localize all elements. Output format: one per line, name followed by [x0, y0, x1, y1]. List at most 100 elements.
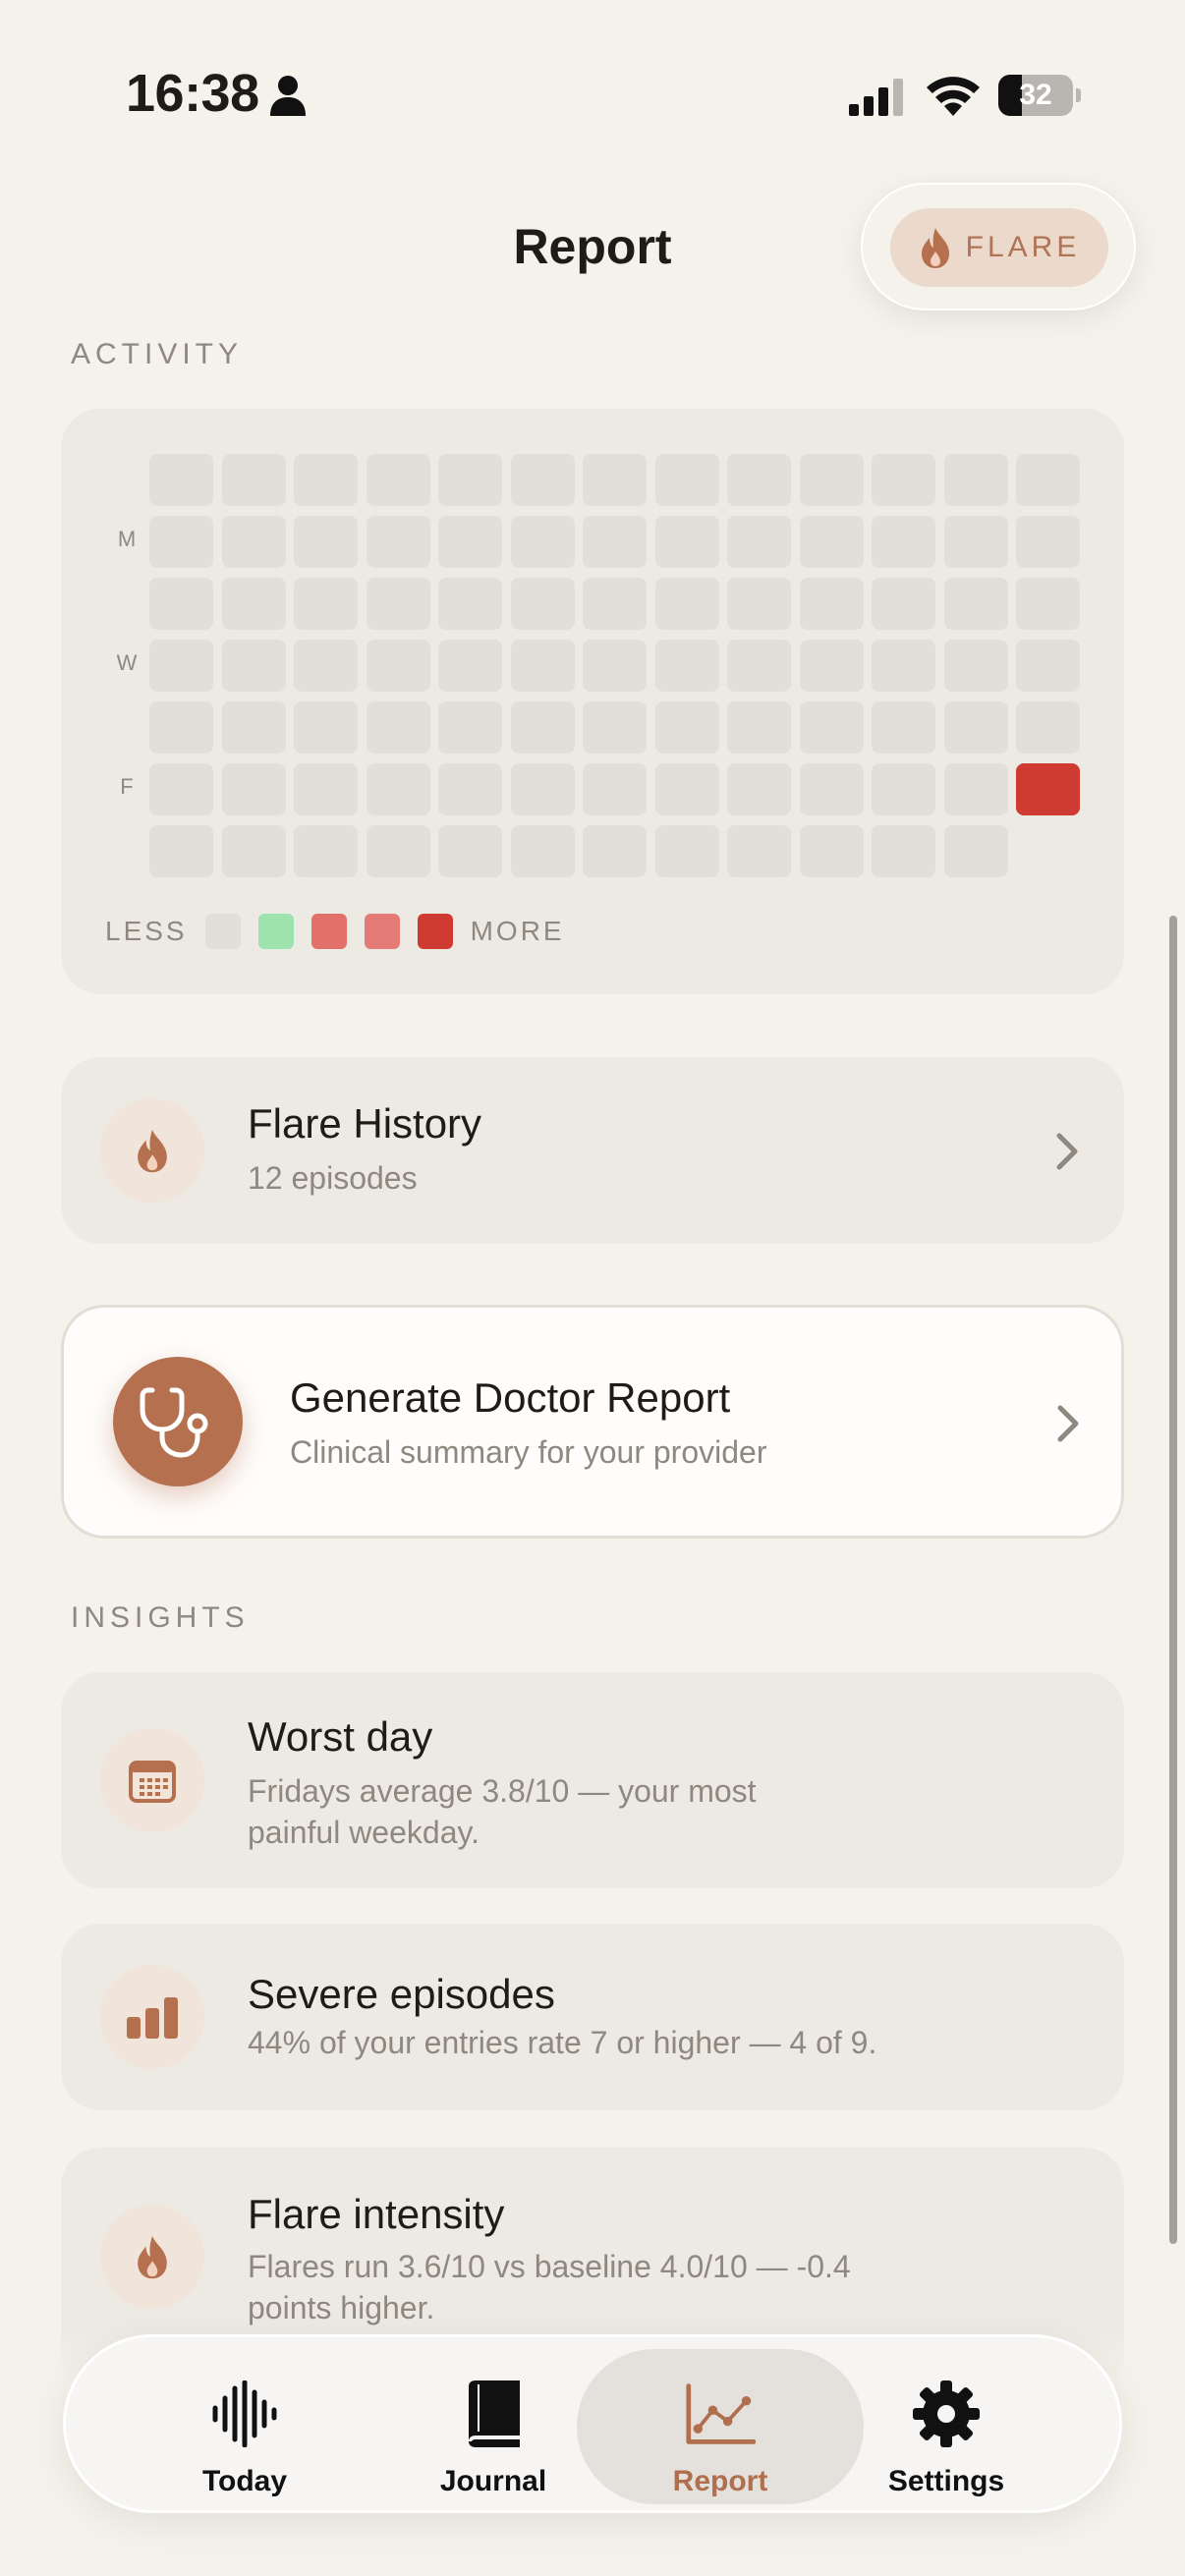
heatmap-cell — [438, 763, 502, 815]
flare-button-container: FLARE — [861, 183, 1136, 310]
calendar-icon — [129, 1761, 176, 1803]
heatmap-cell — [727, 763, 791, 815]
heatmap-cell — [943, 454, 1008, 506]
heatmap-cell — [654, 825, 719, 877]
heatmap-cell — [583, 516, 647, 568]
heatmap-cell — [510, 825, 575, 877]
activity-heatmap-card: M W F LESS MORE — [61, 409, 1124, 994]
flare-history-card[interactable]: Flare History 12 episodes — [61, 1057, 1124, 1244]
flare-button[interactable]: FLARE — [890, 208, 1108, 287]
flare-history-subtitle: 12 episodes — [248, 1160, 418, 1196]
waveform-icon — [209, 2379, 280, 2449]
legend-swatch-0 — [204, 914, 241, 949]
heatmap-cell — [294, 825, 358, 877]
insight-title: Flare intensity — [248, 2191, 505, 2237]
heatmap-cell — [1016, 516, 1080, 568]
heatmap-cell — [294, 578, 358, 630]
heatmap-cell — [799, 825, 864, 877]
heatmap-cell — [943, 640, 1008, 692]
chevron-right-icon — [1056, 1133, 1078, 1170]
doctor-report-icon-circle — [113, 1357, 243, 1486]
heatmap-cell — [366, 516, 430, 568]
day-label-wednesday: W — [116, 650, 138, 675]
insight-text-line-2: points higher. — [248, 2290, 435, 2325]
legend-swatch-2 — [310, 914, 347, 949]
heatmap-cell — [654, 454, 719, 506]
heatmap-cell — [149, 640, 213, 692]
insight-card-severe-episodes: Severe episodes 44% of your entries rate… — [61, 1924, 1124, 2110]
insight-icon-circle — [100, 2205, 204, 2309]
tab-bar: Today Journal Report Settings — [63, 2334, 1122, 2513]
tab-settings[interactable]: Settings — [803, 2349, 1090, 2504]
heatmap-cell — [366, 763, 430, 815]
doctor-report-subtitle: Clinical summary for your provider — [290, 1434, 767, 1470]
heatmap-cell — [872, 701, 935, 754]
heatmap-cell — [727, 454, 791, 506]
heatmap-cell — [583, 454, 647, 506]
heatmap-cell — [438, 701, 502, 754]
heatmap-cell — [221, 825, 286, 877]
insight-icon-circle — [100, 1728, 204, 1832]
heatmap-cell — [583, 763, 647, 815]
insight-text-line-1: Fridays average 3.8/10 — your most — [248, 1773, 757, 1809]
heatmap-cell — [799, 701, 864, 754]
heatmap-cell — [366, 578, 430, 630]
heatmap-cell — [583, 640, 647, 692]
heatmap-cell — [943, 578, 1008, 630]
heatmap-cell — [1016, 454, 1080, 506]
heatmap-cell — [943, 763, 1008, 815]
status-bar: 16:38 32 — [0, 0, 1185, 196]
flame-icon — [138, 2235, 167, 2279]
person-icon — [270, 76, 306, 116]
insight-text-line-2: painful weekday. — [248, 1815, 480, 1850]
heatmap-cell — [366, 640, 430, 692]
heatmap-cell — [510, 640, 575, 692]
heatmap-cell — [1016, 578, 1080, 630]
legend-more-label: MORE — [470, 916, 565, 946]
heatmap-cell — [727, 825, 791, 877]
heatmap-cell — [510, 454, 575, 506]
heatmap-cell — [221, 516, 286, 568]
heatmap-cell — [1016, 640, 1080, 692]
battery-percent: 32 — [1019, 79, 1052, 111]
flare-history-title: Flare History — [248, 1100, 482, 1147]
heatmap-cell — [872, 825, 935, 877]
heatmap-cell — [438, 578, 502, 630]
scrollbar[interactable] — [1169, 916, 1177, 2244]
heatmap-cell — [221, 454, 286, 506]
heatmap-cell — [943, 701, 1008, 754]
line-chart-icon — [685, 2379, 756, 2449]
generate-doctor-report-card[interactable]: Generate Doctor Report Clinical summary … — [61, 1305, 1124, 1539]
battery-indicator: 32 — [998, 75, 1081, 116]
legend-swatch-4 — [417, 914, 453, 949]
cellular-signal-icon — [849, 79, 903, 116]
heatmap-cell — [872, 640, 935, 692]
day-label-monday: M — [117, 527, 137, 551]
status-time: 16:38 — [126, 64, 259, 123]
insight-text-line-1: Flares run 3.6/10 vs baseline 4.0/10 — -… — [248, 2249, 851, 2284]
heatmap-cell — [510, 763, 575, 815]
heatmap-cell — [149, 763, 213, 815]
heatmap-cell — [221, 763, 286, 815]
heatmap-cell — [438, 454, 502, 506]
wifi-icon — [927, 77, 980, 116]
insight-card-worst-day: Worst day Fridays average 3.8/10 — your … — [61, 1672, 1124, 1888]
heatmap-cell — [799, 640, 864, 692]
bar-chart-icon — [127, 1997, 178, 2039]
insight-title: Worst day — [248, 1713, 433, 1760]
tab-label: Today — [201, 2465, 288, 2497]
heatmap-legend: LESS MORE — [105, 912, 565, 951]
heatmap-cell — [366, 454, 430, 506]
flare-history-icon-circle — [100, 1098, 204, 1203]
heatmap-cell — [294, 454, 358, 506]
heatmap-cell — [366, 701, 430, 754]
flame-icon — [138, 1129, 167, 1173]
heatmap-cell — [221, 578, 286, 630]
heatmap-cell — [872, 578, 935, 630]
heatmap-cell — [294, 763, 358, 815]
tab-today[interactable]: Today — [101, 2349, 388, 2504]
heatmap-cell — [727, 578, 791, 630]
heatmap-cell — [943, 516, 1008, 568]
stethoscope-icon — [140, 1387, 208, 1458]
heatmap-cell — [727, 516, 791, 568]
